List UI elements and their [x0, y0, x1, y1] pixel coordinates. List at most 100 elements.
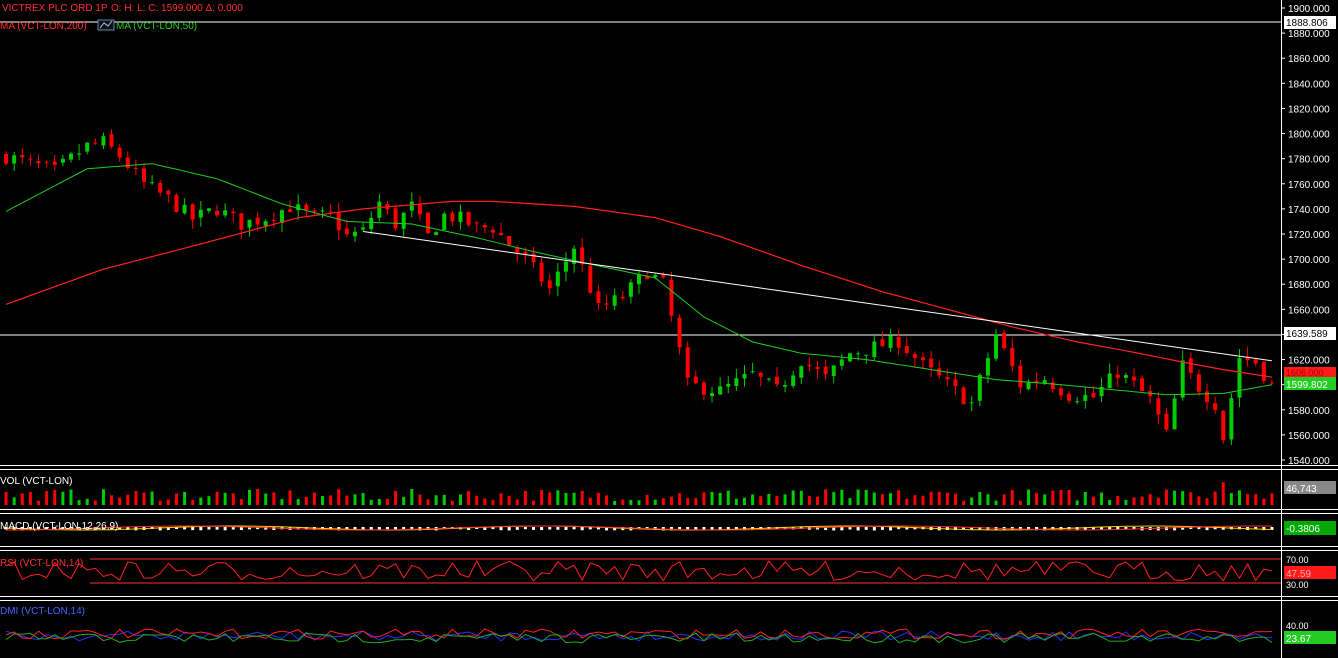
volume-bar [1197, 496, 1201, 505]
volume-bar [377, 498, 381, 505]
volume-bar [556, 490, 560, 505]
price-tick-label: 1860.000 [1288, 54, 1330, 65]
macd-histogram-bar [564, 527, 568, 531]
svg-text:1606.000: 1606.000 [1286, 368, 1324, 378]
price-tick-label: 1720.000 [1288, 230, 1330, 241]
volume-bar [256, 489, 260, 505]
macd-histogram-bar [223, 527, 227, 531]
candle-body [101, 136, 106, 146]
volume-bar [304, 496, 308, 505]
candle-body [823, 366, 828, 375]
macd-histogram-bar [848, 527, 852, 530]
candle-body [937, 368, 942, 376]
volume-bar [507, 495, 511, 505]
volume-bar [653, 499, 657, 505]
candle-body [507, 235, 512, 246]
volume-bar [532, 500, 536, 505]
volume-bar [288, 490, 292, 505]
volume-bar [28, 491, 32, 505]
candle-body [921, 357, 926, 361]
volume-bar [191, 499, 195, 505]
candle-body [1196, 374, 1201, 392]
volume-bar [312, 492, 316, 505]
candle-body [263, 221, 268, 226]
candle-body [1269, 382, 1274, 384]
candle-body [450, 212, 455, 222]
volume-label: VOL (VCT-LON) [0, 476, 72, 487]
volume-bar [897, 490, 901, 505]
candle-body [1237, 358, 1242, 398]
candle-body [750, 371, 755, 373]
volume-bar [1181, 491, 1185, 505]
volume-bar [458, 494, 462, 505]
volume-bar [134, 490, 138, 505]
volume-value-marker: 46,743 [1284, 481, 1336, 495]
candle-body [393, 208, 398, 229]
candle-body [888, 335, 893, 348]
macd-histogram-bar [191, 527, 195, 531]
candle-body [1221, 410, 1226, 441]
macd-histogram-bar [207, 527, 211, 530]
candle-body [815, 366, 820, 370]
candle-body [539, 262, 544, 282]
candle-body [563, 261, 568, 272]
volume-bar [183, 492, 187, 505]
volume-bar [807, 496, 811, 505]
candle-body [945, 377, 950, 380]
svg-text:23.67: 23.67 [1286, 634, 1311, 645]
candle-body [994, 334, 999, 359]
candle-body [758, 372, 763, 377]
candle-body [52, 161, 57, 165]
volume-bar [848, 498, 852, 505]
volume-bar [1075, 500, 1079, 505]
candle-body [133, 168, 138, 170]
candle-body [369, 217, 374, 230]
candle-body [1123, 375, 1128, 378]
volume-bar [580, 490, 584, 505]
price-tick-label: 1820.000 [1288, 104, 1330, 115]
volume-bar [1100, 492, 1104, 505]
volume-bar [710, 491, 714, 505]
volume-bar [1083, 491, 1087, 505]
macd-histogram-bar [499, 527, 503, 531]
candle-body [434, 232, 439, 236]
candle-body [279, 210, 284, 224]
candle-body [547, 280, 552, 289]
volume-bar [467, 491, 471, 505]
candle-body [1253, 359, 1258, 364]
volume-bar [945, 492, 949, 505]
macd-histogram-bar [864, 527, 868, 530]
volume-bar [540, 490, 544, 505]
chart-stage: VICTREX PLC ORD 1P O: H: L: C: 1599.000 … [0, 0, 1338, 658]
candle-body [223, 210, 228, 216]
macd-histogram-bar [507, 527, 511, 531]
volume-bar [93, 500, 97, 505]
macd-label: MACD (VCT-LON,12,26,9) [0, 521, 118, 532]
volume-bar [53, 490, 57, 505]
volume-bar [1067, 489, 1071, 505]
volume-bar [921, 495, 925, 505]
candle-body [328, 211, 333, 213]
candle-body [799, 366, 804, 378]
volume-bar [929, 491, 933, 505]
candle-body [620, 296, 625, 299]
macd-histogram-bar [880, 527, 884, 530]
svg-text:-0.3806: -0.3806 [1286, 524, 1320, 535]
macd-histogram-bar [199, 527, 203, 531]
macd-histogram-bar [726, 527, 730, 530]
volume-bar [856, 489, 860, 505]
candle-body [774, 376, 779, 385]
macd-value-marker: -0.3806 [1284, 521, 1336, 535]
volume-bar [150, 491, 154, 505]
volume-bar [207, 496, 211, 505]
candle-body [117, 147, 122, 158]
macd-histogram-bar [540, 527, 544, 531]
volume-bar [824, 489, 828, 505]
svg-text:47.59: 47.59 [1286, 569, 1311, 580]
volume-bar [1116, 496, 1120, 505]
volume-bar [1246, 494, 1250, 505]
candle-body [158, 182, 163, 193]
price-tick-label: 1780.000 [1288, 155, 1330, 166]
candle-body [458, 211, 463, 222]
volume-bar [264, 493, 268, 505]
